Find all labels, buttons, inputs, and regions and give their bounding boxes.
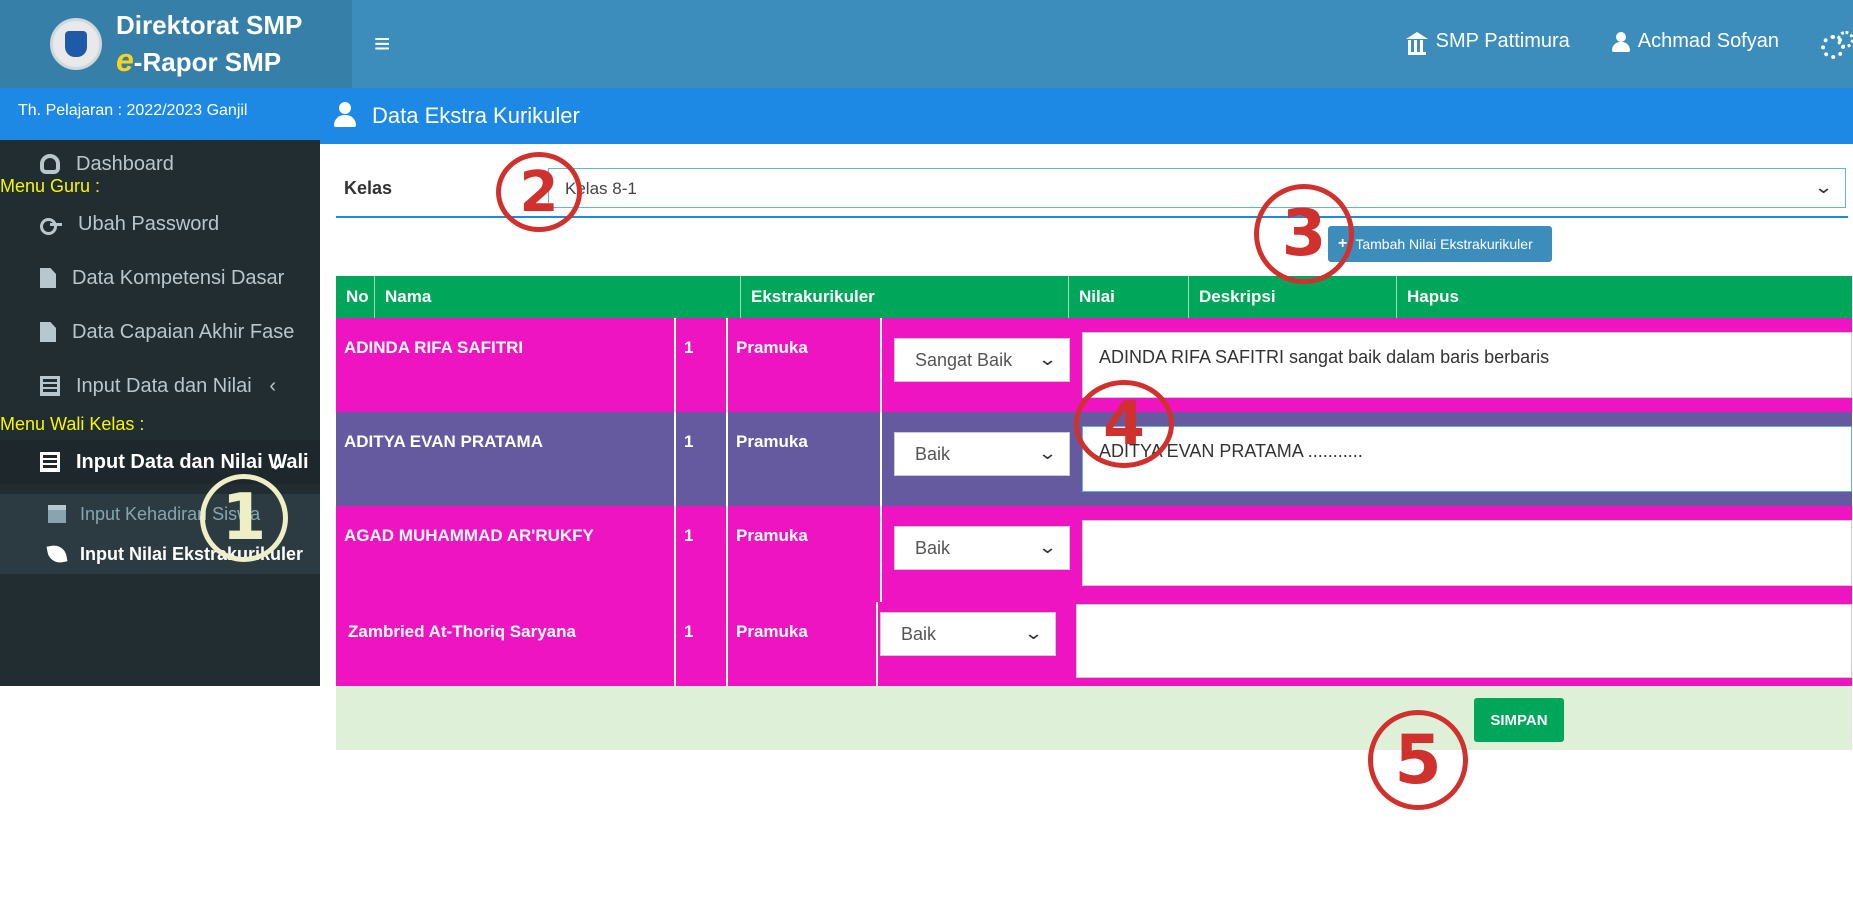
col-ekstrakurikuler: Ekstrakurikuler [740,276,1068,318]
user-icon [334,102,356,128]
school-menu[interactable]: SMP Pattimura [1405,30,1570,55]
sidebar-item-label: Ubah Password [78,212,220,235]
file-icon [40,268,56,288]
nilai-select[interactable]: Baik ⌄ [880,612,1056,656]
cell-ekstra: Pramuka [728,412,882,506]
deskripsi-textarea[interactable]: ADITYA EVAN PRATAMA ........... [1082,426,1852,492]
logo-e-letter: e [116,42,134,78]
file-icon [40,322,56,342]
chevron-down-icon: ⌄ [1813,177,1834,197]
tambah-nilai-button[interactable]: + Tambah Nilai Ekstrakurikuler [1328,226,1552,262]
sidebar-item-input-data-nilai[interactable]: Input Data dan Nilai ‹ [0,364,352,408]
table-row: Zambried At-Thoriq Saryana 1 Pramuka Bai… [336,602,1852,686]
callout-4: 4 [1074,380,1174,468]
simpan-button[interactable]: SIMPAN [1474,698,1564,742]
section-menu-wali: Menu Wali Kelas : [0,414,145,434]
nilai-select-value: Baik [915,538,951,558]
sidebar-item-data-kompetensi[interactable]: Data Kompetensi Dasar [0,256,352,300]
sidebar-item-data-capaian[interactable]: Data Capaian Akhir Fase [0,310,352,354]
tut-wuri-emblem-icon [50,18,102,70]
key-icon [40,216,62,235]
nilai-select[interactable]: Baik ⌄ [894,526,1070,570]
cell-nama: ADINDA RIFA SAFITRI [336,318,676,412]
chevron-down-icon: ⌄ [1037,349,1058,369]
chevron-down-icon: ⌄ [267,451,284,474]
sidebar-subitem-nilai-ekstra[interactable]: Input Nilai Ekstrakurikuler [0,534,352,574]
cell-ekstra: Pramuka [728,602,878,686]
calendar-icon [48,505,66,523]
sidebar-item-label: Dashboard [76,152,174,175]
sidebar-subitem-kehadiran[interactable]: Input Kehadiran Siswa [0,494,352,534]
callout-1: 1 [200,474,288,562]
tambah-nilai-label: Tambah Nilai Ekstrakurikuler [1355,236,1533,252]
col-nilai: Nilai [1068,276,1188,318]
leaf-icon [46,543,68,565]
chevron-left-icon: ‹ [269,374,276,397]
kelas-select[interactable]: Kelas 8-1 ⌄ [548,168,1846,208]
user-name: Achmad Sofyan [1637,30,1779,52]
table-row: AGAD MUHAMMAD AR'RUKFY 1 Pramuka Baik ⌄ [336,506,1852,602]
callout-3: 3 [1254,184,1354,284]
bank-icon [1405,31,1428,55]
top-navbar: Direktorat SMP e-Rapor SMP ≡ SMP Pattimu… [0,0,1853,88]
logo-title: Direktorat SMP [116,10,303,40]
chevron-down-icon: ⌄ [1023,623,1044,643]
sidebar-toggle-icon[interactable]: ≡ [374,28,390,60]
chevron-down-icon: ⌄ [1037,537,1058,557]
nilai-select-value: Baik [901,624,937,644]
callout-2: 2 [496,152,582,232]
logo-area[interactable]: Direktorat SMP e-Rapor SMP [0,0,352,88]
sidebar-item-label: Input Data dan Nilai [76,374,252,397]
chevron-down-icon: ⌄ [1037,443,1058,463]
settings-menu[interactable] [1821,30,1853,59]
cell-no: 1 [676,506,728,602]
cogs-icon [1821,30,1853,59]
form-footer [336,686,1852,750]
cell-no: 1 [676,318,728,412]
section-menu-guru: Menu Guru : [0,176,101,196]
logo-subtitle: e-Rapor SMP [116,42,281,79]
callout-5: 5 [1368,710,1468,810]
app-root: Direktorat SMP e-Rapor SMP ≡ SMP Pattimu… [0,0,1853,924]
row-band [1082,398,1852,412]
cell-nama: AGAD MUHAMMAD AR'RUKFY [336,506,676,602]
nilai-select-value: Baik [915,444,951,464]
user-icon [1611,31,1630,52]
sidebar-item-label: Data Capaian Akhir Fase [72,320,295,343]
navbar-right: SMP Pattimura Achmad Sofyan [1405,30,1853,59]
cell-nama: Zambried At-Thoriq Saryana [336,602,676,686]
sidebar-item-label: Data Kompetensi Dasar [72,266,285,289]
sidebar: Th. Pelajaran : 2022/2023 Ganjil Dashboa… [0,88,352,686]
nilai-select[interactable]: Sangat Baik ⌄ [894,338,1070,382]
user-menu[interactable]: Achmad Sofyan [1611,30,1779,53]
table-header: No Nama Ekstrakurikuler Nilai Deskripsi … [336,276,1852,318]
list-icon [40,452,60,472]
deskripsi-textarea[interactable] [1082,520,1852,586]
logo-subtitle-text: -Rapor SMP [133,47,282,77]
cell-ekstra: Pramuka [728,506,882,602]
page-title: Data Ekstra Kurikuler [372,103,580,128]
col-no: No [346,287,369,306]
col-hapus: Hapus [1396,276,1852,318]
school-year-label: Th. Pelajaran : 2022/2023 Ganjil [0,88,352,140]
school-name: SMP Pattimura [1435,30,1570,52]
box-header: Data Ekstra Kurikuler [320,88,1853,144]
dashboard-icon [40,154,60,174]
list-icon [40,376,60,396]
deskripsi-textarea[interactable]: ADINDA RIFA SAFITRI sangat baik dalam ba… [1082,332,1852,398]
cell-ekstra: Pramuka [728,318,882,412]
cell-no: 1 [676,602,728,686]
nilai-select[interactable]: Baik ⌄ [894,432,1070,476]
deskripsi-textarea[interactable] [1076,604,1852,678]
cell-nama: ADITYA EVAN PRATAMA [336,412,676,506]
sidebar-item-ubah-password[interactable]: Ubah Password [0,202,352,246]
kelas-label: Kelas [344,178,393,198]
sidebar-item-input-data-nilai-wali[interactable]: Input Data dan Nilai Wali ⌄ [0,440,352,484]
nilai-select-value: Sangat Baik [915,350,1013,370]
col-nama: Nama [374,276,740,318]
cell-no: 1 [676,412,728,506]
